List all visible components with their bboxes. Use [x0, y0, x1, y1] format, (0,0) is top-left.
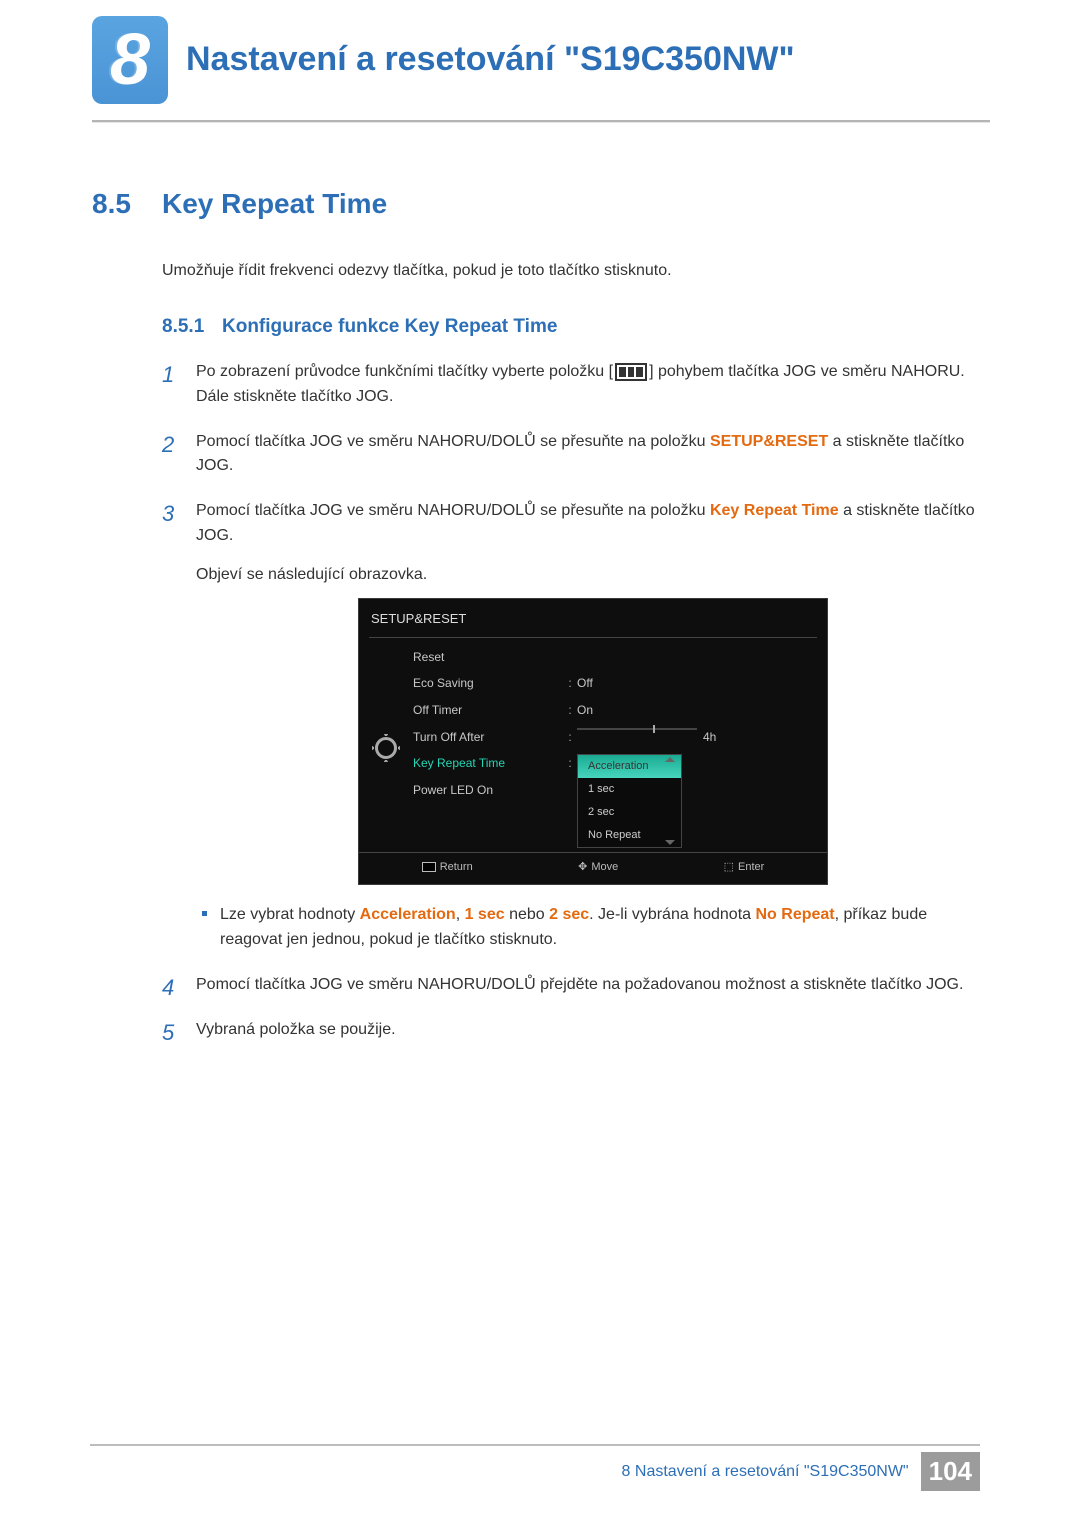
step-1: 1 Po zobrazení průvodce funkčními tlačít… — [162, 360, 990, 410]
osd-values: :Off :On :4h : Acceleration 1 sec 2 — [563, 644, 817, 853]
osd-value-text: On — [577, 701, 593, 720]
step-text: Vybraná položka se použije. — [196, 1021, 396, 1038]
osd-item-turnoff: Turn Off After — [413, 724, 563, 751]
chapter-badge: 8 — [92, 16, 168, 104]
osd-item-power-led: Power LED On — [413, 777, 563, 804]
osd-title: SETUP&RESET — [359, 599, 827, 637]
osd-labels: Reset Eco Saving Off Timer Turn Off Afte… — [413, 644, 563, 853]
bullet-text: nebo — [505, 906, 549, 923]
step-2: 2 Pomocí tlačítka JOG ve směru NAHORU/DO… — [162, 430, 990, 480]
section-heading: 8.5Key Repeat Time — [92, 188, 990, 220]
chapter-title: Nastavení a resetování "S19C350NW" — [186, 40, 795, 79]
highlight-2sec: 2 sec — [549, 906, 589, 923]
step-number: 5 — [162, 1016, 174, 1050]
chapter-number: 8 — [110, 24, 150, 96]
divider-light — [92, 122, 990, 123]
highlight-setup-reset: SETUP&RESET — [710, 433, 828, 450]
osd-hint-return: Return — [422, 859, 473, 876]
osd-value-eco: :Off — [563, 670, 817, 697]
osd-value-timer: :On — [563, 697, 817, 724]
osd-hint-move: Move — [578, 859, 618, 876]
osd-value-text: Off — [577, 674, 593, 693]
highlight-norepeat: No Repeat — [755, 906, 834, 923]
step-text: Pomocí tlačítka JOG ve směru NAHORU/DOLŮ… — [196, 976, 963, 993]
section-intro: Umožňuje řídit frekvenci odezvy tlačítka… — [162, 262, 990, 280]
section-number: 8.5 — [92, 188, 162, 220]
osd-footer: Return Move Enter — [359, 852, 827, 884]
return-icon — [422, 862, 436, 872]
osd-option-2sec: 2 sec — [578, 801, 681, 824]
osd-hint-text: Return — [440, 861, 473, 873]
slider-icon — [577, 728, 697, 730]
subsection-title: Konfigurace funkce Key Repeat Time — [222, 316, 557, 337]
bullet-text: . Je-li vybrána hodnota — [589, 906, 755, 923]
chevron-up-icon — [665, 757, 675, 762]
osd-body: Reset Eco Saving Off Timer Turn Off Afte… — [359, 644, 827, 853]
step-3: 3 Pomocí tlačítka JOG ve směru NAHORU/DO… — [162, 499, 990, 953]
gear-icon — [375, 737, 397, 759]
bullet-note: Lze vybrat hodnoty Acceleration, 1 sec n… — [196, 903, 990, 953]
bullet-text: , — [456, 906, 465, 923]
manual-page: 8 Nastavení a resetování "S19C350NW" 8.5… — [0, 0, 1080, 1527]
divider — [369, 637, 817, 638]
page-footer: 8 Nastavení a resetování "S19C350NW" 104 — [90, 1444, 980, 1491]
step-text: Pomocí tlačítka JOG ve směru NAHORU/DOLŮ… — [196, 433, 710, 450]
footer-text: 8 Nastavení a resetování "S19C350NW" — [622, 1463, 909, 1481]
highlight-acceleration: Acceleration — [360, 906, 456, 923]
osd-dropdown: Acceleration 1 sec 2 sec No Repeat — [577, 754, 682, 848]
step-4: 4 Pomocí tlačítka JOG ve směru NAHORU/DO… — [162, 973, 990, 998]
osd-item-eco: Eco Saving — [413, 670, 563, 697]
osd-hint-enter: Enter — [724, 859, 765, 876]
step-number: 3 — [162, 497, 174, 531]
osd-screenshot: SETUP&RESET Reset Eco Saving Off Timer — [358, 598, 828, 886]
osd-item-key-repeat: Key Repeat Time — [413, 750, 563, 777]
section-title: Key Repeat Time — [162, 188, 387, 219]
chevron-down-icon — [665, 840, 675, 845]
osd-category-icon — [359, 644, 413, 853]
page-number: 104 — [921, 1452, 980, 1491]
osd-item-offtimer: Off Timer — [413, 697, 563, 724]
osd-hint-text: Move — [591, 861, 618, 873]
step-aftertext: Objeví se následující obrazovka. — [196, 563, 990, 588]
osd-option-1sec: 1 sec — [578, 778, 681, 801]
section-body: 8.5Key Repeat Time Umožňuje řídit frekve… — [92, 188, 990, 1063]
step-number: 4 — [162, 971, 174, 1005]
step-text: Pomocí tlačítka JOG ve směru NAHORU/DOLŮ… — [196, 502, 710, 519]
osd-value — [563, 644, 817, 671]
subsection-heading: 8.5.1Konfigurace funkce Key Repeat Time — [162, 316, 990, 338]
step-number: 1 — [162, 358, 174, 392]
osd-value-turnoff: :4h — [563, 724, 817, 751]
osd-item-reset: Reset — [413, 644, 563, 671]
highlight-key-repeat-time: Key Repeat Time — [710, 502, 839, 519]
subsection-number: 8.5.1 — [162, 316, 222, 338]
osd-value-text: 4h — [703, 728, 716, 747]
steps-list: 1 Po zobrazení průvodce funkčními tlačít… — [162, 360, 990, 1043]
osd-value-krt: : Acceleration 1 sec 2 sec No Repeat — [563, 750, 817, 852]
step-text: Po zobrazení průvodce funkčními tlačítky… — [196, 363, 613, 380]
highlight-1sec: 1 sec — [465, 906, 505, 923]
osd-panel: SETUP&RESET Reset Eco Saving Off Timer — [358, 598, 828, 886]
osd-hint-text: Enter — [738, 861, 764, 873]
chapter-header: 8 Nastavení a resetování "S19C350NW" — [92, 16, 1040, 104]
step-5: 5 Vybraná položka se použije. — [162, 1018, 990, 1043]
bullet-text: Lze vybrat hodnoty — [220, 906, 360, 923]
menu-icon — [615, 363, 647, 381]
step-number: 2 — [162, 428, 174, 462]
